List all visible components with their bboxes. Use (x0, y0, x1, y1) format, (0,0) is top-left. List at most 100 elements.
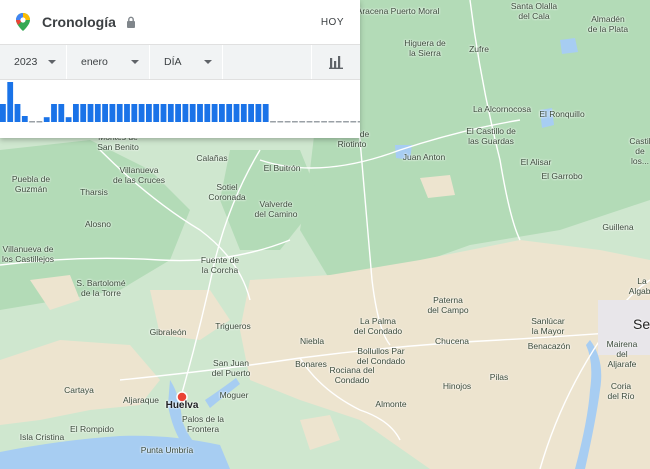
histogram-bar[interactable] (51, 104, 57, 122)
place-label[interactable]: Sanlúcar la Mayor (531, 316, 565, 336)
histogram-bar[interactable] (255, 104, 262, 122)
histogram-empty-day[interactable] (350, 121, 357, 123)
place-label[interactable]: Rociana del Condado (330, 365, 375, 385)
histogram-empty-day[interactable] (29, 121, 35, 123)
place-label[interactable]: Sotiel Coronada (208, 182, 245, 202)
histogram-bar[interactable] (197, 104, 203, 122)
place-label[interactable]: Guillena (602, 222, 633, 232)
activity-histogram[interactable] (0, 80, 360, 126)
place-label[interactable]: Mairena del Aljarafe (607, 339, 638, 369)
place-label[interactable]: Bonares (295, 359, 327, 369)
place-label[interactable]: Higuera de la Sierra (404, 38, 446, 58)
place-label[interactable]: El Castillo de las Guardas (466, 126, 516, 146)
place-label[interactable]: S. Bartolomé de la Torre (76, 278, 125, 298)
histogram-bar[interactable] (7, 82, 14, 122)
histogram-empty-day[interactable] (299, 121, 306, 123)
stats-chart-button[interactable] (311, 45, 360, 79)
place-label[interactable]: Pilas (490, 372, 508, 382)
histogram-empty-day[interactable] (277, 121, 284, 123)
place-label[interactable]: Juan Anton (403, 152, 446, 162)
histogram-bar[interactable] (124, 104, 130, 122)
place-label[interactable]: Alosno (85, 219, 111, 229)
place-label[interactable]: Almonte (375, 399, 406, 409)
place-label[interactable]: Tharsis (80, 187, 108, 197)
place-label[interactable]: Fuente de la Corcha (201, 255, 239, 275)
place-label[interactable]: Villanueva de las Cruces (113, 165, 165, 185)
histogram-bar[interactable] (87, 104, 94, 122)
histogram-empty-day[interactable] (306, 121, 313, 123)
place-label[interactable]: Palos de la Frontera (182, 414, 224, 434)
histogram-bar[interactable] (240, 104, 247, 122)
month-select[interactable]: enero (67, 45, 150, 79)
year-select[interactable]: 2023 (0, 45, 67, 79)
histogram-bar[interactable] (167, 104, 174, 122)
place-label[interactable]: La Algaba (629, 276, 650, 296)
histogram-empty-day[interactable] (270, 121, 276, 123)
histogram-bar[interactable] (43, 117, 50, 122)
place-label[interactable]: Moguer (220, 390, 249, 400)
place-label[interactable]: Villanueva de los Castillejos (2, 244, 54, 264)
place-label[interactable]: Trigueros (215, 321, 251, 331)
histogram-empty-day[interactable] (292, 121, 298, 123)
histogram-empty-day[interactable] (321, 121, 327, 123)
histogram-bar[interactable] (21, 116, 28, 122)
place-label[interactable]: Paterna del Campo (427, 295, 468, 315)
city-label-sevilla[interactable]: Se (633, 317, 650, 331)
place-label[interactable]: Santa Olalla del Cala (511, 1, 557, 21)
histogram-bar[interactable] (94, 104, 101, 122)
histogram-bar[interactable] (219, 104, 225, 122)
place-label[interactable]: La Palma del Condado (354, 316, 402, 336)
place-label[interactable]: Aracena Puerto Moral (357, 6, 440, 16)
place-label[interactable]: El Buitrón (264, 163, 301, 173)
histogram-bar[interactable] (80, 104, 87, 122)
histogram-bar[interactable] (204, 104, 211, 122)
place-label[interactable]: San Juan del Puerto (212, 358, 251, 378)
day-select[interactable]: DÍA (150, 45, 223, 79)
place-label[interactable]: Cartaya (64, 385, 94, 395)
place-label[interactable]: Benacazón (528, 341, 571, 351)
histogram-bar[interactable] (262, 104, 269, 122)
histogram-bar[interactable] (102, 104, 108, 122)
histogram-bar[interactable] (226, 104, 233, 122)
place-label[interactable]: Aljaraque (123, 395, 159, 405)
place-label[interactable]: Puebla de Guzmán (12, 174, 50, 194)
histogram-bar[interactable] (138, 104, 145, 122)
histogram-bar[interactable] (175, 104, 181, 122)
place-label[interactable]: Chucena (435, 336, 469, 346)
histogram-bar[interactable] (153, 104, 160, 122)
histogram-bar[interactable] (131, 104, 138, 122)
place-label[interactable]: Calañas (196, 153, 227, 163)
histogram-empty-day[interactable] (328, 121, 335, 123)
histogram-bar[interactable] (116, 104, 123, 122)
histogram-bar[interactable] (189, 104, 196, 122)
place-label[interactable]: Castil de los... (629, 136, 650, 166)
place-label[interactable]: Hinojos (443, 381, 471, 391)
place-label[interactable]: Punta Umbría (141, 445, 193, 455)
histogram-bar[interactable] (248, 104, 254, 122)
histogram-empty-day[interactable] (335, 121, 342, 123)
histogram-empty-day[interactable] (284, 121, 291, 123)
place-label[interactable]: El Garrobo (541, 171, 582, 181)
histogram-empty-day[interactable] (36, 121, 43, 123)
histogram-bar[interactable] (233, 104, 240, 122)
place-label[interactable]: El Alisar (521, 157, 552, 167)
place-label[interactable]: Bollullos Par del Condado (357, 346, 405, 366)
place-label[interactable]: Niebla (300, 336, 324, 346)
histogram-bar[interactable] (65, 117, 72, 122)
histogram-bar[interactable] (0, 104, 6, 122)
place-label[interactable]: Gibraleón (150, 327, 187, 337)
place-label[interactable]: Isla Cristina (20, 432, 64, 442)
histogram-bar[interactable] (73, 104, 79, 122)
place-label[interactable]: Almadén de la Plata (588, 14, 628, 34)
histogram-bar[interactable] (146, 104, 152, 122)
place-label[interactable]: Zufre (469, 44, 489, 54)
city-label-huelva[interactable]: Huelva (166, 401, 199, 411)
place-label[interactable]: La Alcornocosa (473, 104, 531, 114)
today-button[interactable]: HOY (321, 17, 344, 28)
place-label[interactable]: El Rompido (70, 424, 114, 434)
histogram-empty-day[interactable] (313, 121, 320, 123)
place-label[interactable]: El Ronquillo (539, 109, 584, 119)
histogram-bar[interactable] (109, 104, 116, 122)
histogram-empty-day[interactable] (343, 121, 349, 123)
place-label[interactable]: Valverde del Camino (255, 199, 298, 219)
